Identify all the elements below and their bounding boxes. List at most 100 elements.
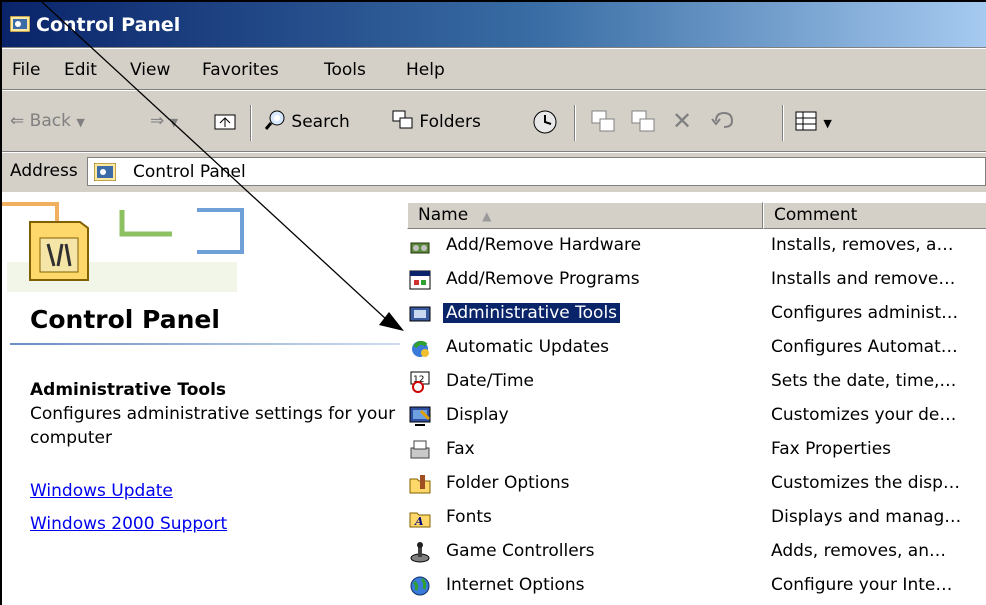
toolbar-separator xyxy=(574,105,576,141)
windows-2000-support-link[interactable]: Windows 2000 Support xyxy=(30,514,227,534)
control-panel-window: Control Panel File Edit View Favorites T… xyxy=(0,0,986,605)
updates-icon xyxy=(412,340,429,357)
list-item-comment: Displays and manag… xyxy=(771,507,962,527)
menu-file[interactable]: File xyxy=(12,60,40,80)
globe-icon xyxy=(410,576,430,596)
list-item-comment: Sets the date, time,… xyxy=(771,371,957,391)
folder-up-icon xyxy=(214,114,236,130)
list-item-name: Display xyxy=(446,405,509,425)
list-item-name: Add/Remove Hardware xyxy=(446,235,642,255)
toolbar-separator xyxy=(250,105,252,141)
delete-x-icon: ✕ xyxy=(672,107,693,135)
search-label: Search xyxy=(291,112,350,132)
list-item-name: Administrative Tools xyxy=(443,303,621,323)
list-item-comment: Customizes the disp… xyxy=(771,473,960,493)
undo-icon xyxy=(711,111,734,128)
control-panel-banner-art xyxy=(2,202,244,292)
move-to-icon xyxy=(591,110,615,132)
list-item-name: Automatic Updates xyxy=(446,337,610,357)
title-underline xyxy=(10,343,400,345)
views-icon xyxy=(795,111,817,131)
list-item[interactable]: 12 Date/Time Sets the date, time,… xyxy=(407,366,986,398)
admin-tools-icon xyxy=(409,306,431,322)
list-item[interactable]: Add/Remove Hardware Installs, removes, a… xyxy=(407,230,986,262)
list-item-comment: Fax Properties xyxy=(771,439,892,459)
back-button[interactable]: ⇐ Back ▼ xyxy=(10,111,85,131)
column-header-name[interactable]: Name ▲ xyxy=(407,202,763,229)
column-header-comment[interactable]: Comment xyxy=(763,202,986,229)
list-item-name: Game Controllers xyxy=(446,541,595,561)
window-title: Control Panel xyxy=(36,14,181,36)
up-folder-button[interactable] xyxy=(214,111,236,136)
back-label: Back xyxy=(29,111,71,131)
list-item[interactable]: Folder Options Customizes the disp… xyxy=(407,468,986,500)
history-button[interactable] xyxy=(532,109,558,140)
menu-edit[interactable]: Edit xyxy=(64,60,97,80)
menu-bar: File Edit View Favorites Tools Help xyxy=(2,49,986,89)
info-pane: Control Panel Administrative Tools Confi… xyxy=(2,192,402,605)
list-item-name: Fonts xyxy=(446,507,492,527)
list-item[interactable]: A Fonts Displays and manag… xyxy=(407,502,986,534)
forward-button[interactable]: ⇒ ▼ xyxy=(150,111,178,131)
content-area: Control Panel Administrative Tools Confi… xyxy=(2,192,986,605)
menu-tools[interactable]: Tools xyxy=(324,60,366,80)
joystick-icon xyxy=(410,542,430,563)
control-panel-icon xyxy=(94,163,116,181)
list-item-comment: Customizes your de… xyxy=(771,405,957,425)
fonts-icon: A xyxy=(409,512,431,528)
views-button[interactable]: ▼ xyxy=(794,109,832,138)
list-item[interactable]: Automatic Updates Configures Automat… xyxy=(407,332,986,364)
search-icon xyxy=(264,110,285,130)
move-to-button[interactable] xyxy=(590,109,616,140)
delete-button[interactable]: ✕ xyxy=(672,107,692,135)
list-item[interactable]: Game Controllers Adds, removes, an… xyxy=(407,536,986,568)
windows-update-link[interactable]: Windows Update xyxy=(30,481,173,501)
list-item[interactable]: Administrative Tools Configures administ… xyxy=(407,298,986,330)
chevron-down-icon: ▼ xyxy=(169,116,179,129)
list-item-comment: Adds, removes, an… xyxy=(771,541,946,561)
menu-view[interactable]: View xyxy=(130,60,170,80)
display-icon xyxy=(409,406,431,426)
list-item[interactable]: Internet Options Configure your Inte… xyxy=(407,570,986,602)
menu-help[interactable]: Help xyxy=(406,60,445,80)
list-item-name: Internet Options xyxy=(446,575,585,595)
history-icon xyxy=(533,110,557,134)
selected-item-description: Configures administrative settings for y… xyxy=(30,404,396,448)
list-item-name: Add/Remove Programs xyxy=(446,269,640,289)
address-label: Address xyxy=(10,161,78,181)
list-item[interactable]: Add/Remove Programs Installs and remove… xyxy=(407,264,986,296)
folder-options-icon xyxy=(409,475,431,494)
back-arrow-icon: ⇐ xyxy=(10,111,25,131)
control-panel-list: Name ▲ Comment Add/Remove Hardware Install… xyxy=(407,192,986,605)
toolbar: ⇐ Back ▼ ⇒ ▼ Search Folders ✕ ▼ xyxy=(2,91,986,151)
svg-text:A: A xyxy=(414,515,424,528)
menu-favorites[interactable]: Favorites xyxy=(202,60,279,80)
column-header-label: Name xyxy=(418,205,469,225)
list-item[interactable]: Fax Fax Properties xyxy=(407,434,986,466)
search-button[interactable]: Search xyxy=(264,109,350,132)
chevron-down-icon: ▼ xyxy=(823,117,832,130)
list-item-comment: Configures administ… xyxy=(771,303,959,323)
selected-item-title: Administrative Tools xyxy=(30,380,227,400)
clock-icon: 12 xyxy=(410,371,430,393)
undo-button[interactable] xyxy=(710,109,736,138)
list-item[interactable]: Display Customizes your de… xyxy=(407,400,986,432)
column-header-label: Comment xyxy=(774,205,858,225)
title-bar[interactable]: Control Panel xyxy=(2,2,986,47)
copy-to-icon xyxy=(631,110,655,132)
address-field[interactable]: Control Panel xyxy=(87,157,986,186)
copy-to-button[interactable] xyxy=(630,109,656,140)
list-item-name: Date/Time xyxy=(446,371,534,391)
address-bar: Address Control Panel xyxy=(2,153,986,189)
list-item-name: Fax xyxy=(446,439,475,459)
control-panel-icon xyxy=(10,16,30,32)
list-item-comment: Configure your Inte… xyxy=(771,575,953,595)
page-title: Control Panel xyxy=(30,305,220,334)
fax-icon xyxy=(410,440,430,459)
folders-label: Folders xyxy=(419,112,481,132)
hardware-icon xyxy=(410,242,430,254)
list-item-comment: Installs and remove… xyxy=(771,269,956,289)
sort-ascending-icon: ▲ xyxy=(482,209,492,223)
folders-button[interactable]: Folders xyxy=(392,109,481,132)
toolbar-separator xyxy=(782,105,784,141)
